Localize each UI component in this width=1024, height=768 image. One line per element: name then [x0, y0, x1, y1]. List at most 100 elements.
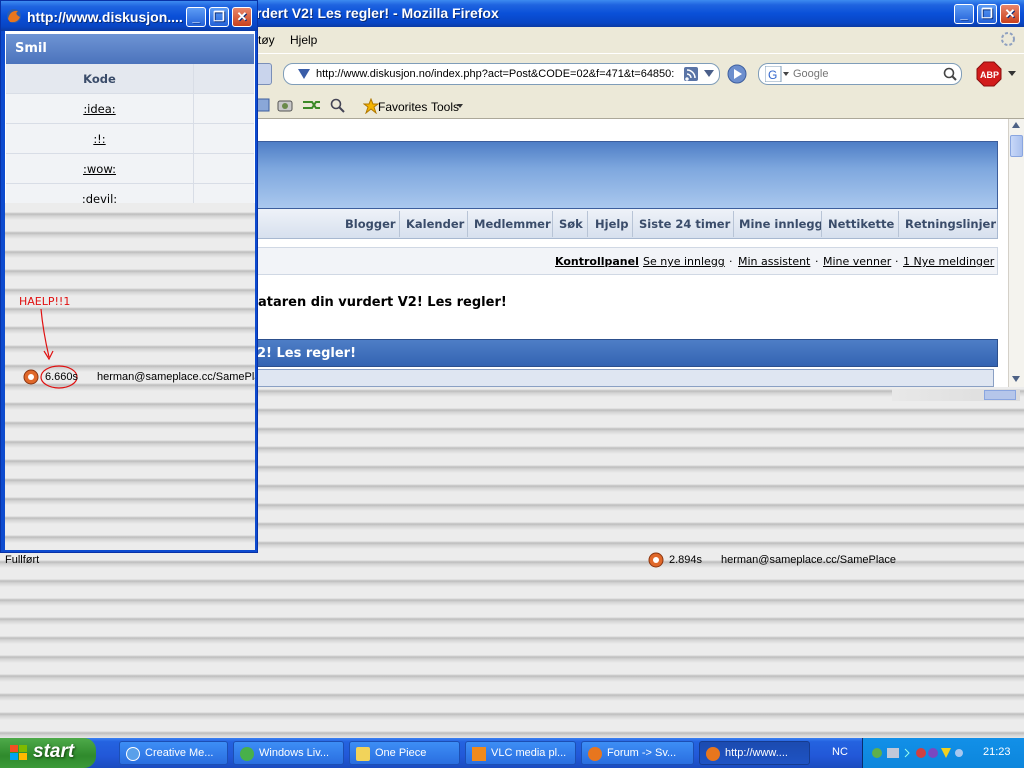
link-separator: · — [729, 255, 733, 268]
nav-medlemmer[interactable]: Medlemmer — [474, 217, 551, 231]
url-input[interactable] — [316, 66, 676, 82]
rss-icon[interactable] — [684, 67, 698, 81]
sameplace-icon[interactable] — [648, 552, 664, 568]
messages-link[interactable]: 1 Nye meldinger — [903, 255, 994, 268]
popup-close-button[interactable]: ✕ — [232, 7, 252, 27]
tray-messenger-icon — [872, 748, 882, 758]
new-posts-link[interactable]: Se nye innlegg — [643, 255, 725, 268]
google-engine-icon[interactable]: G — [765, 66, 789, 82]
url-bar[interactable] — [283, 63, 720, 85]
popup-status-user[interactable]: herman@sameplace.cc/SamePlac — [97, 371, 255, 383]
task-vlc[interactable]: VLC media pl... — [465, 741, 576, 765]
messenger-icon — [240, 747, 254, 761]
url-dropdown-icon[interactable] — [704, 70, 714, 78]
popup-maximize-button[interactable]: ❐ — [209, 7, 229, 27]
tray-alert-icon — [941, 748, 951, 758]
user-links-bar: Kontrollpanel · Se nye innlegg · Min ass… — [254, 247, 998, 275]
task-one-piece[interactable]: One Piece — [349, 741, 460, 765]
nav-sok[interactable]: Søk — [559, 217, 583, 231]
zoom-icon[interactable] — [330, 98, 346, 114]
link-separator: · — [815, 255, 819, 268]
maximize-button[interactable]: ❐ — [977, 4, 997, 24]
star-icon — [363, 98, 379, 114]
control-panel-link[interactable]: Kontrollpanel — [555, 255, 639, 268]
tools-menu[interactable]: Tools — [431, 100, 459, 114]
scroll-down-icon[interactable] — [1011, 375, 1021, 383]
nav-separator — [587, 211, 588, 237]
search-icon[interactable] — [943, 67, 957, 81]
nav-siste-24-timer[interactable]: Siste 24 timer — [639, 217, 730, 231]
popup-minimize-button[interactable]: _ — [186, 7, 206, 27]
task-windows-live[interactable]: Windows Liv... — [233, 741, 344, 765]
start-button[interactable]: start — [0, 738, 96, 768]
scroll-up-icon[interactable] — [1011, 121, 1021, 129]
assistant-link[interactable]: Min assistent — [738, 255, 810, 268]
popup-status-time: 6.660s — [45, 371, 79, 383]
tray-security-icon — [916, 748, 926, 758]
forum-nav-bar: Blogger Kalender Medlemmer Søk Hjelp Sis… — [254, 209, 998, 239]
nav-mine-innlegg[interactable]: Mine innlegg — [739, 217, 823, 231]
annotation-text: HAELP!!1 — [19, 295, 70, 308]
sameplace-icon[interactable] — [23, 369, 39, 385]
smiley-popup-window: http://www.diskusjon.... _ ❐ ✕ Smil Kode… — [0, 0, 258, 553]
notice-text: ataren din vurdert V2! Les regler! — [258, 295, 507, 310]
taskbar: start Creative Me... Windows Liv... One … — [0, 738, 1024, 768]
friends-link[interactable]: Mine venner — [823, 255, 891, 268]
site-favicon-icon — [298, 69, 310, 79]
tray-network-icon — [887, 748, 899, 758]
windows-flag-icon — [10, 745, 27, 760]
adblock-dropdown-icon[interactable] — [1008, 71, 1016, 77]
horizontal-scrollbar[interactable] — [892, 389, 1020, 401]
minimize-button[interactable]: _ — [954, 4, 974, 24]
nav-kalender[interactable]: Kalender — [406, 217, 464, 231]
svg-text:G: G — [768, 68, 777, 82]
task-creative-media[interactable]: Creative Me... — [119, 741, 228, 765]
task-diskusjon-popup[interactable]: http://www.... — [699, 741, 810, 765]
tv-icon[interactable] — [277, 98, 293, 112]
tools-dropdown-icon — [457, 104, 463, 108]
shuffle-icon[interactable] — [302, 98, 324, 112]
scroll-thumb[interactable] — [1010, 135, 1023, 157]
nav-blogger[interactable]: Blogger — [345, 217, 396, 231]
search-bar[interactable]: G — [758, 63, 962, 85]
favorites-menu[interactable]: Favorites — [378, 100, 427, 114]
menu-help[interactable]: Hjelp — [290, 33, 317, 47]
go-icon[interactable] — [727, 64, 747, 84]
task-forum[interactable]: Forum -> Sv... — [581, 741, 694, 765]
adblock-icon[interactable]: ABP — [976, 61, 1002, 87]
close-button[interactable]: ✕ — [1000, 4, 1020, 24]
popup-body: Smil Kode :idea: :!: :wow: :devil: HAELP… — [5, 31, 255, 550]
table-row: :!: — [6, 124, 254, 154]
status-bar: Fullført 2.894s herman@sameplace.cc/Same… — [0, 551, 1024, 569]
window-title: rdert V2! Les regler! - Mozilla Firefox — [256, 5, 499, 21]
horizontal-scroll-thumb[interactable] — [984, 390, 1016, 400]
smiley-code-link[interactable]: :idea: — [6, 94, 194, 124]
smiley-table-header: Kode — [6, 64, 254, 94]
menu-tools[interactable]: tøy — [258, 33, 275, 47]
post-header-title: 2! Les regler! — [257, 346, 357, 361]
clock[interactable]: 21:23 — [983, 746, 1011, 758]
smiley-code-link[interactable]: :!: — [6, 124, 194, 154]
status-user[interactable]: herman@sameplace.cc/SamePlace — [721, 554, 896, 566]
tray-sync-icon — [955, 749, 963, 757]
nav-separator — [632, 211, 633, 237]
nav-separator — [467, 211, 468, 237]
page-icon[interactable] — [256, 98, 270, 112]
popup-blank-area: HAELP!!1 6.660s herman@sameplace.cc/Same… — [5, 203, 255, 550]
nav-retningslinjer[interactable]: Retningslinjer — [905, 217, 996, 231]
vertical-scrollbar[interactable] — [1008, 119, 1024, 387]
folder-icon — [356, 747, 370, 761]
language-indicator[interactable]: NC — [832, 746, 848, 758]
smil-title: Smil — [15, 41, 47, 56]
smiley-code-link[interactable]: :wow: — [6, 154, 194, 184]
nav-hjelp[interactable]: Hjelp — [595, 217, 629, 231]
kode-column-header: Kode — [6, 64, 194, 94]
popup-title: http://www.diskusjon.... — [27, 9, 183, 25]
table-row: :idea: — [6, 94, 254, 124]
tray-icons[interactable] — [871, 745, 963, 761]
post-body-area — [254, 369, 994, 387]
task-label: Creative Me... — [145, 747, 214, 759]
nav-nettikette[interactable]: Nettikette — [828, 217, 894, 231]
search-input[interactable] — [793, 66, 943, 82]
media-player-icon — [126, 747, 140, 761]
